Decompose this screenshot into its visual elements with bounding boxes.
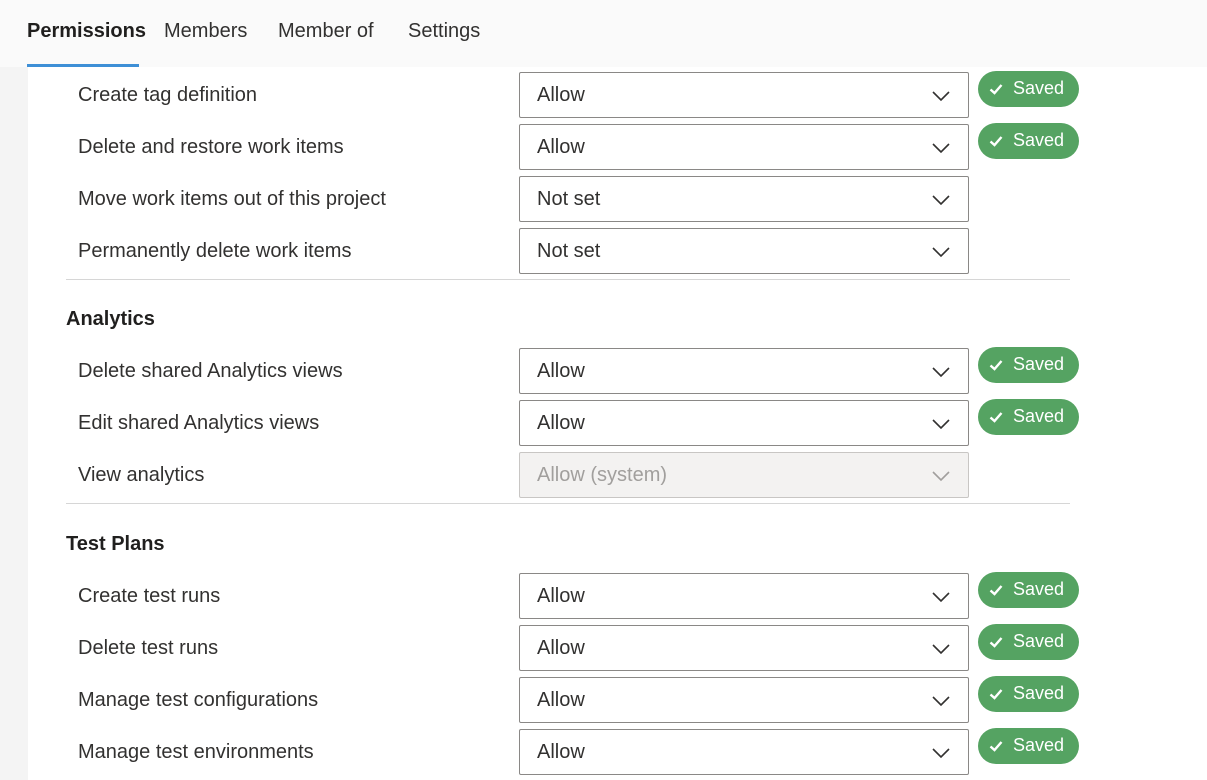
permission-dropdown-delete-and-restore-work-items[interactable]: Allow <box>519 124 969 170</box>
permission-label-create-test-runs: Create test runs <box>78 585 221 607</box>
saved-badge: Saved <box>978 399 1079 435</box>
dropdown-value: Allow <box>537 741 585 763</box>
permission-label-delete-shared-analytics-views: Delete shared Analytics views <box>78 360 343 382</box>
tab-bar: Permissions Members Member of Settings <box>0 0 1207 67</box>
checkmark-icon <box>989 637 1003 648</box>
chevron-down-icon <box>932 644 950 655</box>
chevron-down-icon <box>932 143 950 154</box>
permission-dropdown-move-work-items-out-of-project[interactable]: Not set <box>519 176 969 222</box>
permission-dropdown-manage-test-configurations[interactable]: Allow <box>519 677 969 723</box>
permission-dropdown-create-tag-definition[interactable]: Allow <box>519 72 969 118</box>
section-divider <box>66 503 1070 504</box>
tab-settings[interactable]: Settings <box>408 20 480 46</box>
permission-dropdown-manage-test-environments[interactable]: Allow <box>519 729 969 775</box>
dropdown-value: Allow <box>537 637 585 659</box>
saved-badge: Saved <box>978 676 1079 712</box>
chevron-down-icon <box>932 367 950 378</box>
dropdown-value: Allow (system) <box>537 464 668 486</box>
section-title-analytics: Analytics <box>66 308 155 330</box>
permission-dropdown-delete-test-runs[interactable]: Allow <box>519 625 969 671</box>
saved-badge-label: Saved <box>1013 631 1065 651</box>
tab-permissions[interactable]: Permissions <box>27 20 146 46</box>
dropdown-value: Allow <box>537 412 585 434</box>
section-title-test-plans: Test Plans <box>66 533 165 555</box>
dropdown-value: Allow <box>537 360 585 382</box>
permission-label-manage-test-environments: Manage test environments <box>78 741 314 763</box>
saved-badge-label: Saved <box>1013 735 1065 755</box>
permission-label-manage-test-configurations: Manage test configurations <box>78 689 319 711</box>
checkmark-icon <box>989 585 1003 596</box>
tab-member-of[interactable]: Member of <box>278 20 374 46</box>
checkmark-icon <box>989 360 1003 371</box>
saved-badge-label: Saved <box>1013 406 1065 426</box>
saved-badge: Saved <box>978 624 1079 660</box>
permission-dropdown-edit-shared-analytics-views[interactable]: Allow <box>519 400 969 446</box>
chevron-down-icon <box>932 471 950 482</box>
permission-dropdown-view-analytics: Allow (system) <box>519 452 969 498</box>
saved-badge: Saved <box>978 71 1079 107</box>
checkmark-icon <box>989 741 1003 752</box>
saved-badge-label: Saved <box>1013 78 1065 98</box>
checkmark-icon <box>989 412 1003 423</box>
permission-label-delete-and-restore-work-items: Delete and restore work items <box>78 136 344 158</box>
section-divider <box>66 279 1070 280</box>
chevron-down-icon <box>932 748 950 759</box>
checkmark-icon <box>989 84 1003 95</box>
dropdown-value: Allow <box>537 136 585 158</box>
saved-badge: Saved <box>978 347 1079 383</box>
permission-label-view-analytics: View analytics <box>78 464 205 486</box>
chevron-down-icon <box>932 195 950 206</box>
chevron-down-icon <box>932 419 950 430</box>
saved-badge: Saved <box>978 572 1079 608</box>
permission-dropdown-delete-shared-analytics-views[interactable]: Allow <box>519 348 969 394</box>
permission-label-move-work-items-out-of-project: Move work items out of this project <box>78 188 386 210</box>
chevron-down-icon <box>932 592 950 603</box>
dropdown-value: Allow <box>537 585 585 607</box>
permission-dropdown-create-test-runs[interactable]: Allow <box>519 573 969 619</box>
chevron-down-icon <box>932 247 950 258</box>
saved-badge-label: Saved <box>1013 683 1065 703</box>
permission-label-permanently-delete-work-items: Permanently delete work items <box>78 240 352 262</box>
saved-badge-label: Saved <box>1013 354 1065 374</box>
dropdown-value: Not set <box>537 188 601 210</box>
permission-dropdown-permanently-delete-work-items[interactable]: Not set <box>519 228 969 274</box>
saved-badge-label: Saved <box>1013 579 1065 599</box>
left-gutter <box>0 67 28 780</box>
tab-members[interactable]: Members <box>164 20 247 46</box>
dropdown-value: Not set <box>537 240 601 262</box>
saved-badge: Saved <box>978 728 1079 764</box>
chevron-down-icon <box>932 91 950 102</box>
permission-label-delete-test-runs: Delete test runs <box>78 637 219 659</box>
checkmark-icon <box>989 136 1003 147</box>
checkmark-icon <box>989 689 1003 700</box>
permission-label-create-tag-definition: Create tag definition <box>78 84 258 106</box>
permission-label-edit-shared-analytics-views: Edit shared Analytics views <box>78 412 320 434</box>
saved-badge-label: Saved <box>1013 130 1065 150</box>
saved-badge: Saved <box>978 123 1079 159</box>
dropdown-value: Allow <box>537 689 585 711</box>
chevron-down-icon <box>932 696 950 707</box>
dropdown-value: Allow <box>537 84 585 106</box>
